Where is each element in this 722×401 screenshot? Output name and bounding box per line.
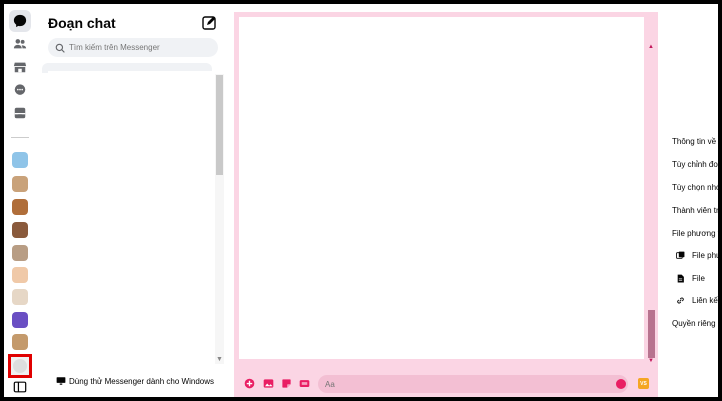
- info-item-label: File: [692, 274, 705, 283]
- info-item-label: Liên kết: [692, 296, 718, 305]
- chat-avatar[interactable]: [12, 176, 28, 192]
- chat-list-scroll-thumb[interactable]: [216, 75, 223, 175]
- scroll-down-arrow-icon[interactable]: ▼: [648, 358, 654, 364]
- info-section-privacy[interactable]: Quyền riêng: [672, 319, 716, 328]
- sticker-icon[interactable]: [281, 378, 292, 389]
- windows-app-promo[interactable]: Dùng thử Messenger dành cho Windows: [56, 376, 214, 386]
- chats-icon[interactable]: [9, 10, 31, 32]
- left-rail: [4, 4, 36, 397]
- link-icon: [677, 297, 684, 304]
- file-icon: [677, 274, 684, 283]
- conversation-area: ▲ ▼ VS: [234, 12, 658, 397]
- chat-avatar[interactable]: [12, 334, 28, 350]
- chat-avatar[interactable]: [12, 152, 28, 168]
- chat-avatar[interactable]: [12, 245, 28, 261]
- chat-list-panel: Đoạn chat ▼ Dùng thử Messenger dành cho …: [40, 4, 226, 397]
- chat-avatar[interactable]: [12, 267, 28, 283]
- toggle-sidebar-icon[interactable]: [9, 376, 31, 397]
- chat-list-content: [48, 71, 216, 367]
- chat-avatar[interactable]: [12, 222, 28, 238]
- gif-icon[interactable]: [299, 378, 310, 389]
- message-input[interactable]: [318, 375, 628, 393]
- messenger-window: Đoạn chat ▼ Dùng thử Messenger dành cho …: [4, 4, 718, 397]
- scroll-down-arrow-icon[interactable]: ▼: [216, 356, 223, 363]
- selected-chat-avatar[interactable]: [8, 354, 32, 378]
- people-icon[interactable]: [9, 33, 31, 55]
- info-item-media-files[interactable]: File phư: [676, 251, 718, 260]
- chat-avatar[interactable]: [12, 289, 28, 305]
- avatar-placeholder: [13, 359, 27, 373]
- scroll-up-arrow-icon[interactable]: ▲: [648, 44, 654, 50]
- message-requests-icon[interactable]: [9, 79, 31, 101]
- info-section-about[interactable]: Thông tin về: [672, 137, 716, 146]
- monitor-icon: [56, 377, 66, 385]
- image-icon[interactable]: [263, 378, 274, 389]
- info-section-group-options[interactable]: Tùy chọn nhó: [672, 183, 718, 192]
- quick-reaction-button[interactable]: VS: [638, 378, 649, 389]
- info-section-media[interactable]: File phương t: [672, 229, 718, 238]
- info-item-links[interactable]: Liên kết: [676, 296, 718, 305]
- page-title: Đoạn chat: [48, 15, 116, 31]
- archive-icon[interactable]: [9, 102, 31, 124]
- search-bar[interactable]: [48, 38, 218, 57]
- info-item-label: File phư: [692, 251, 718, 260]
- plus-icon[interactable]: [244, 378, 255, 389]
- info-section-members[interactable]: Thành viên tr: [672, 206, 718, 215]
- rail-divider: [11, 137, 29, 138]
- info-item-files[interactable]: File: [676, 274, 705, 283]
- windows-promo-label: Dùng thử Messenger dành cho Windows: [69, 376, 214, 386]
- media-icon: [676, 251, 685, 259]
- composer: VS: [234, 370, 658, 397]
- chat-list[interactable]: [42, 63, 216, 367]
- new-message-icon[interactable]: [201, 15, 217, 31]
- chat-avatar[interactable]: [12, 199, 28, 215]
- search-icon: [55, 43, 65, 53]
- message-thread[interactable]: [239, 17, 644, 359]
- search-input[interactable]: [69, 43, 209, 52]
- emoji-icon[interactable]: [616, 379, 626, 389]
- conversation-scroll-thumb[interactable]: [648, 310, 655, 358]
- conversation-info-panel: Thông tin về Tùy chỉnh đoạ Tùy chọn nhó …: [664, 4, 718, 397]
- chat-avatar[interactable]: [12, 312, 28, 328]
- marketplace-icon[interactable]: [9, 56, 31, 78]
- info-section-customize[interactable]: Tùy chỉnh đoạ: [672, 160, 718, 169]
